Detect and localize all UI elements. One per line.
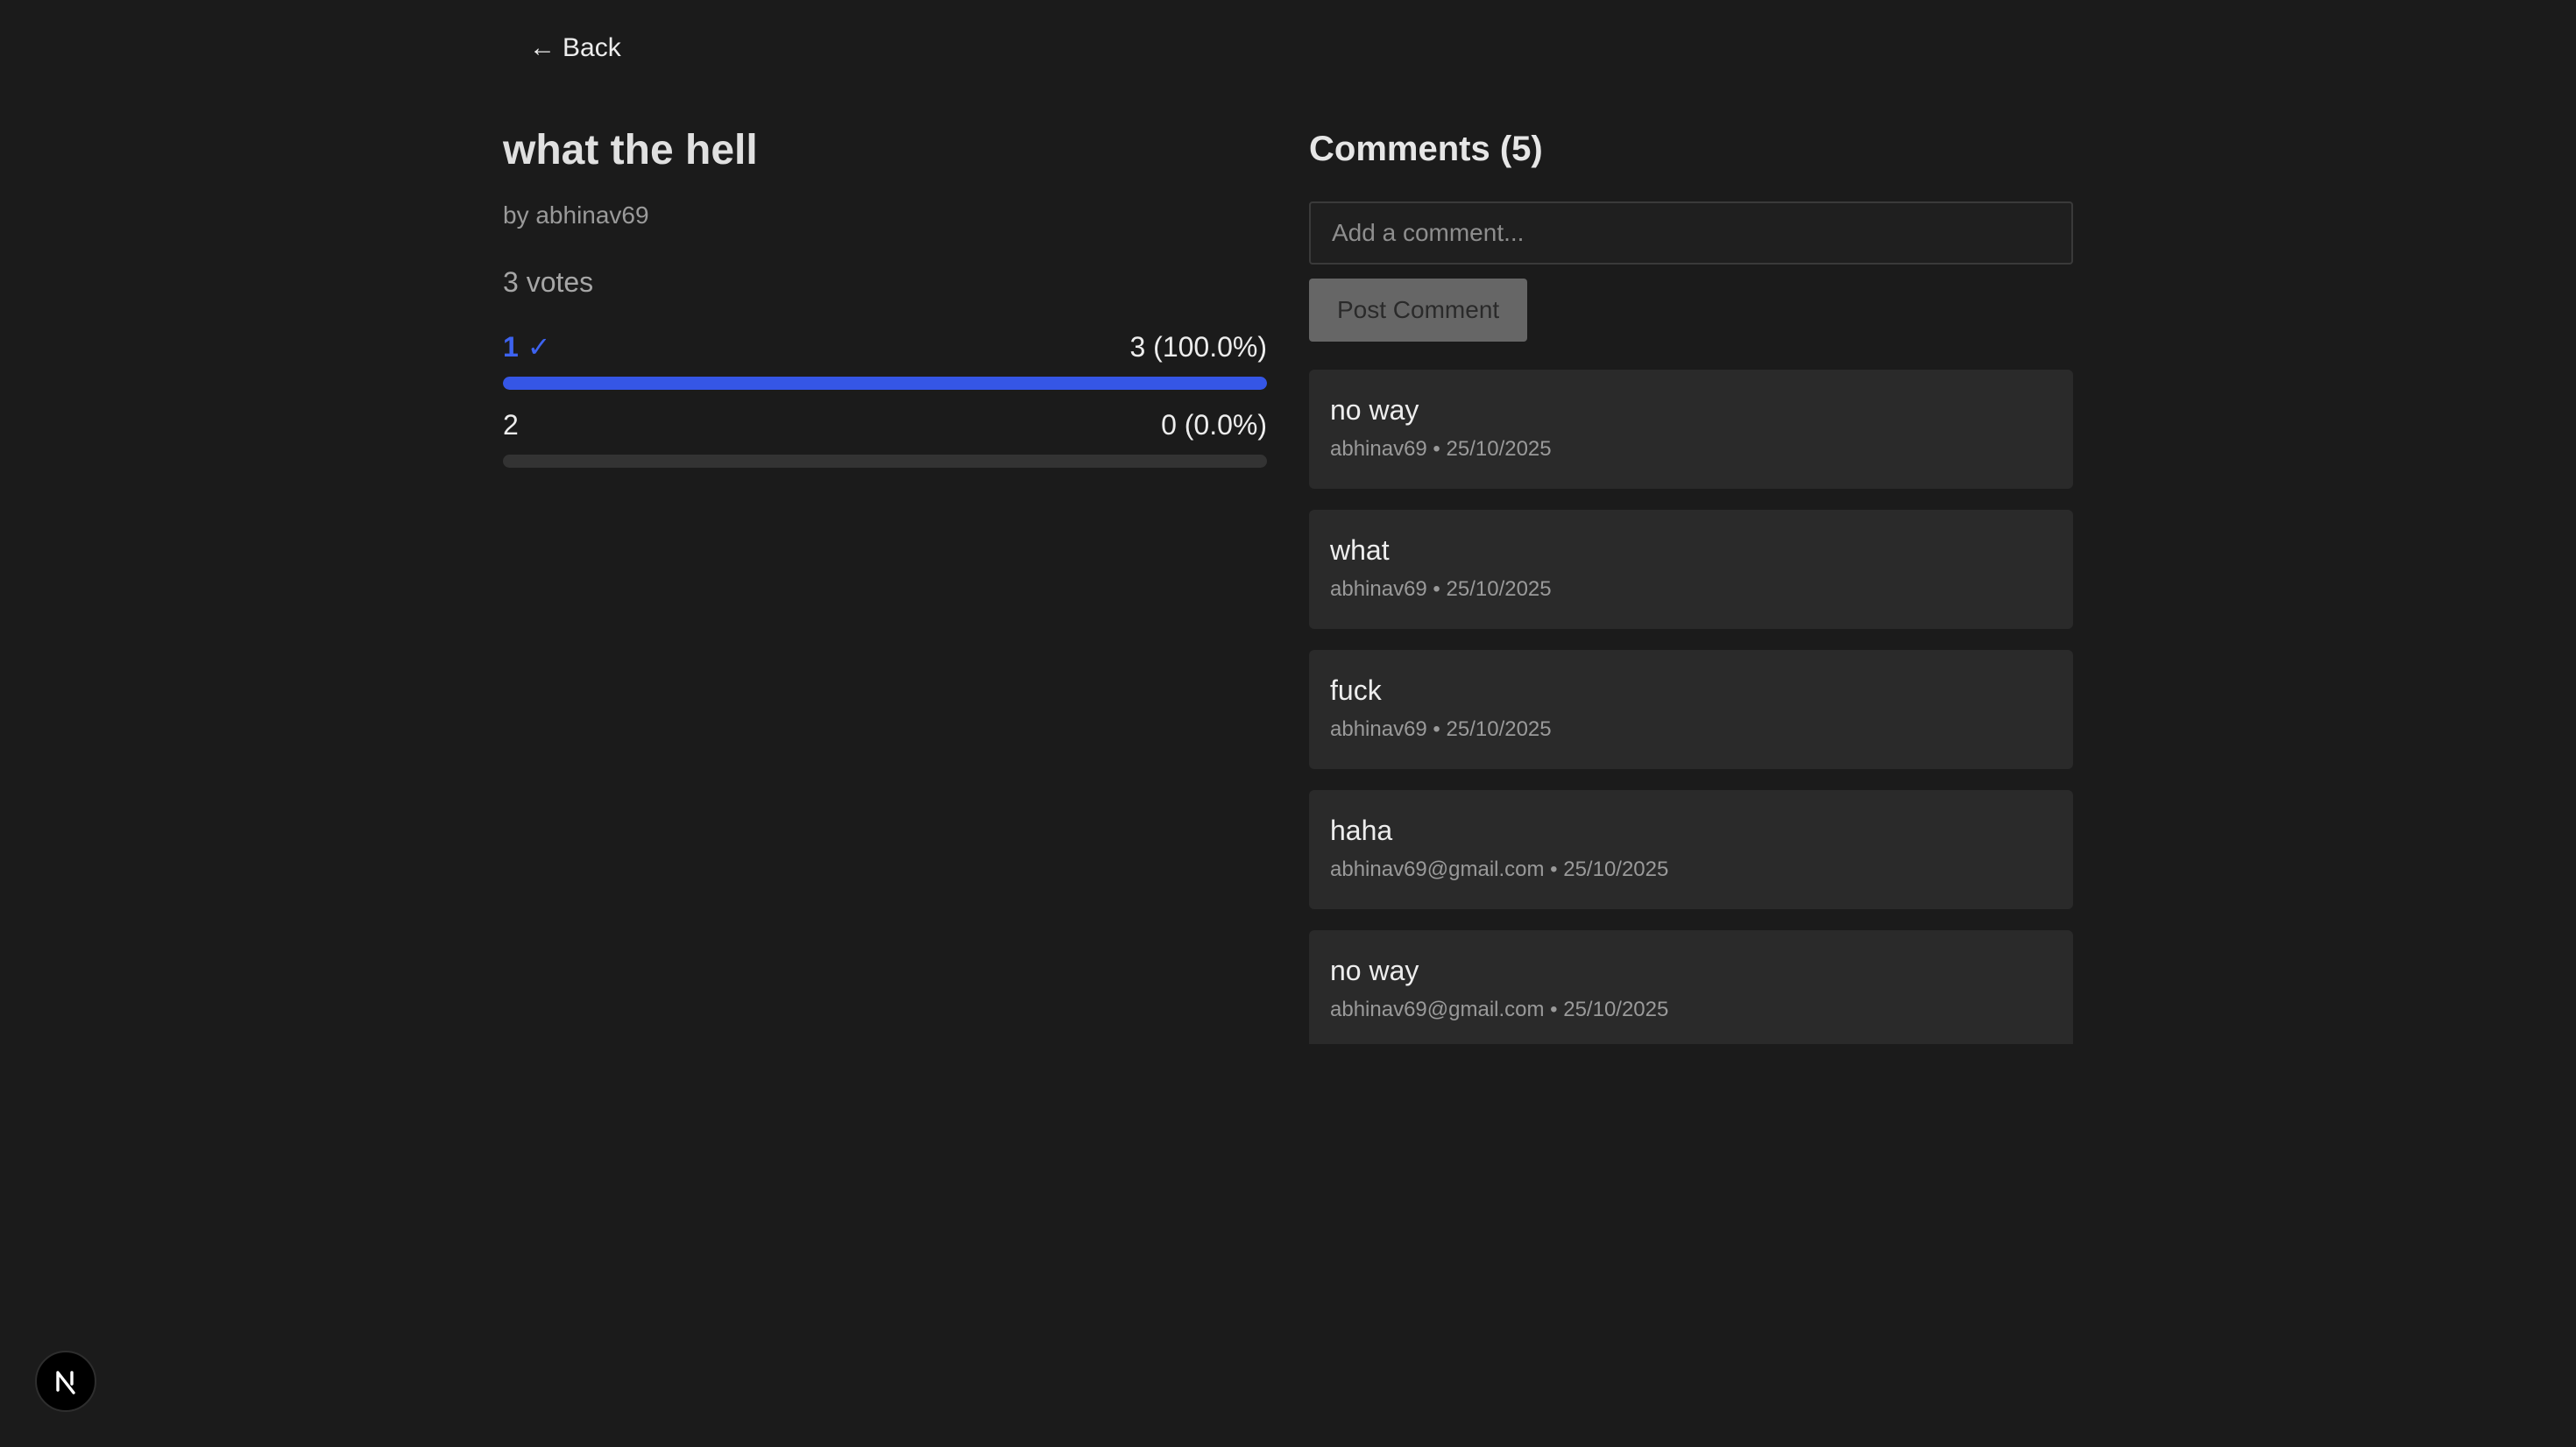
back-label: Back (563, 33, 621, 62)
comments-heading: Comments (5) (1309, 130, 1543, 168)
comment-card: what abhinav69 • 25/10/2025 (1309, 510, 2073, 629)
checkmark-icon: ✓ (527, 331, 551, 363)
post-comment-button[interactable]: Post Comment (1309, 279, 1528, 342)
poll-title: what the hell (503, 127, 758, 173)
back-link[interactable]: ← Back (529, 33, 621, 63)
comment-text: haha (1330, 815, 1393, 846)
arrow-left-icon: ← (529, 33, 556, 62)
nextjs-dev-badge[interactable] (35, 1351, 96, 1412)
vote-count: 3 votes (503, 266, 594, 298)
option-row: 1 ✓ 3 (100.0%) (503, 329, 1267, 364)
option-label-text: 2 (503, 409, 519, 441)
poll-author: by abhinav69 (503, 201, 649, 229)
comment-list[interactable]: no way abhinav69 • 25/10/2025 what abhin… (1309, 370, 2073, 1044)
comment-meta: abhinav69@gmail.com • 25/10/2025 (1330, 858, 1669, 881)
comment-input[interactable] (1309, 201, 2073, 265)
poll-options: 1 ✓ 3 (100.0%) 2 0 (0.0%) (503, 329, 1267, 468)
poll-panel: what the hell by abhinav69 3 votes 1 ✓ 3 … (503, 123, 1267, 485)
comment-meta: abhinav69 • 25/10/2025 (1330, 577, 1552, 601)
comment-card: fuck abhinav69 • 25/10/2025 (1309, 650, 2073, 769)
option-result: 0 (0.0%) (1161, 409, 1267, 441)
comment-meta: abhinav69 • 25/10/2025 (1330, 717, 1552, 741)
option-label-text: 1 (503, 331, 519, 363)
comments-panel: Comments (5) Post Comment no way abhinav… (1309, 123, 2073, 1044)
poll-option[interactable]: 2 0 (0.0%) (503, 407, 1267, 468)
comment-text: no way (1330, 955, 1419, 986)
comment-text: what (1330, 534, 1390, 566)
comment-meta: abhinav69 • 25/10/2025 (1330, 437, 1552, 461)
option-progress-bar (503, 377, 1267, 390)
option-label: 2 (503, 407, 519, 442)
comment-card: no way abhinav69@gmail.com • 25/10/2025 (1309, 930, 2073, 1044)
option-progress-fill (503, 377, 1267, 390)
option-row: 2 0 (0.0%) (503, 407, 1267, 442)
comment-text: fuck (1330, 674, 1382, 706)
nextjs-logo-icon (56, 1371, 75, 1394)
poll-page: ← Back what the hell by abhinav69 3 vote… (0, 0, 2576, 1447)
comment-meta: abhinav69@gmail.com • 25/10/2025 (1330, 998, 1669, 1021)
comment-text: no way (1330, 394, 1419, 426)
comment-card: no way abhinav69 • 25/10/2025 (1309, 370, 2073, 489)
poll-option[interactable]: 1 ✓ 3 (100.0%) (503, 329, 1267, 390)
option-result: 3 (100.0%) (1129, 331, 1267, 363)
option-label: 1 ✓ (503, 329, 551, 364)
comment-card: haha abhinav69@gmail.com • 25/10/2025 (1309, 790, 2073, 909)
option-progress-bar (503, 455, 1267, 468)
